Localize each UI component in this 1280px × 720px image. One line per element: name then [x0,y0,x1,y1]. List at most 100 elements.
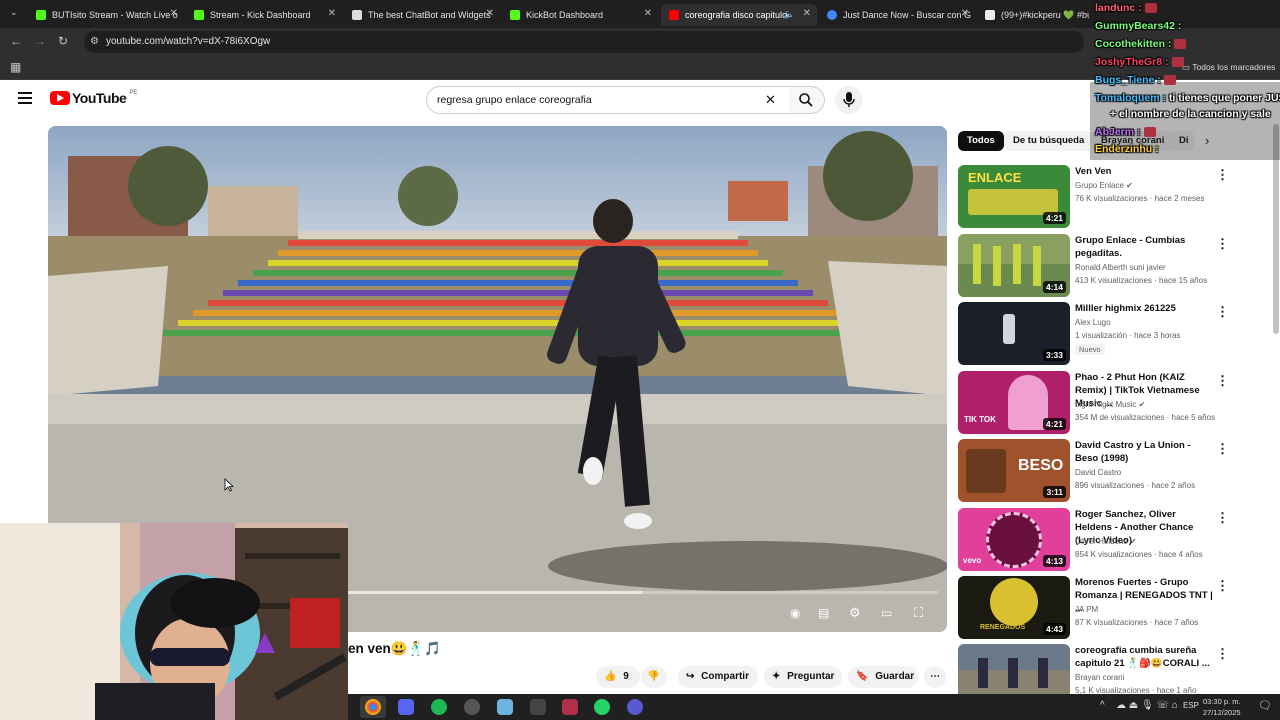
video-thumbnail[interactable]: vevo 4:13 [958,508,1070,571]
channel-name[interactable]: Light Night Music ✔ [1075,400,1145,409]
tab-search-icon[interactable]: ⌄ [10,7,18,18]
more-vertical-icon[interactable]: ⋮ [1216,167,1229,183]
channel-name[interactable]: Ronald Alberth suni javier [1075,263,1166,272]
language-indicator[interactable]: ESP [1183,701,1199,710]
video-thumbnail[interactable] [958,644,1070,694]
kick-favicon-icon [510,10,520,20]
video-thumbnail[interactable]: 3:33 [958,302,1070,365]
browser-tab-5-active[interactable]: coreografia disco capitulo 🔈 ✕ [661,4,817,26]
recommendation-item[interactable]: TIK TOK 4:21 Phao - 2 Phut Hon (KAIZ Rem… [958,371,1268,435]
search-input[interactable]: regresa grupo enlace coreografia ✕ [426,86,790,114]
more-vertical-icon[interactable]: ⋮ [1216,236,1229,252]
chip-de-tu-busqueda[interactable]: De tu búsqueda [1004,131,1094,151]
recommendation-item[interactable]: RENEGADOS 4:43 Morenos Fuertes - Grupo R… [958,576,1268,640]
browser-tab-2[interactable]: Stream - Kick Dashboard ✕ [186,4,342,26]
chrome-icon[interactable] [365,699,381,715]
vevo-logo: vevo [963,556,982,565]
tab-close-icon[interactable]: ✕ [486,8,494,19]
site-info-icon[interactable]: ⚙ [90,31,99,53]
browser-tab-6[interactable]: Just Dance Now - Buscar con G ✕ [819,4,975,26]
chip-todos[interactable]: Todos [958,131,1004,151]
tab-close-icon[interactable]: ✕ [961,8,969,19]
chat-line: Tomaloquem : ti tienes que poner JUST [1095,92,1280,104]
url-field[interactable]: ⚙ youtube.com/watch?v=dX-78i6XOgw [84,31,1084,53]
video-thumbnail[interactable]: ENLACE 4:21 [958,165,1070,228]
browser-tab-7[interactable]: (99+)#kickperu 💚 #buti #bu [977,4,1089,26]
settings-gear-icon[interactable]: ⚙ [849,605,861,621]
video-thumbnail[interactable]: 4:14 [958,234,1070,297]
search-button[interactable] [789,86,825,114]
channel-name[interactable]: Oliver Heldens ✔ [1075,537,1136,546]
tab-close-icon[interactable]: ✕ [644,8,652,19]
recommendation-item[interactable]: vevo 4:13 Roger Sanchez, Oliver Heldens … [958,508,1268,572]
channel-name[interactable]: Alex Lugo [1075,318,1111,327]
tab-label: Stream - Kick Dashboard [210,10,311,20]
whatsapp-icon[interactable] [594,699,610,715]
recommendation-item[interactable]: 3:33 Milller highmix 261225 Alex Lugo 1 … [958,302,1268,366]
apps-grid-icon[interactable]: ▦ [10,60,21,74]
recommendation-item[interactable]: 4:14 Grupo Enlace - Cumbias pegaditas. R… [958,234,1268,298]
clock[interactable]: 03:30 p. m. 27/12/2025 [1203,696,1241,718]
video-title[interactable]: David Castro y La Union - Beso (1998) [1075,439,1213,465]
clear-search-icon[interactable]: ✕ [765,87,776,113]
video-duration: 4:14 [1042,281,1066,293]
tab-audio-icon[interactable]: 🔈 [784,9,795,20]
more-vertical-icon[interactable]: ⋮ [1216,441,1229,457]
video-thumbnail[interactable]: BESO 3:11 [958,439,1070,502]
tray-icons[interactable]: ☁ ⏏ 🎙 ☏ ⌂ [1116,700,1178,711]
recommendation-item[interactable]: ENLACE 4:21 Ven Ven Grupo Enlace ✔ 76 K … [958,165,1268,229]
browser-tab-3[interactable]: The best ChatBot and Widgets ✕ [344,4,500,26]
save-button[interactable]: 🔖 Guardar [848,666,918,688]
share-button[interactable]: ↪ Compartir [678,666,758,688]
browser-tab-1[interactable]: BUTIsito Stream - Watch Live o ✕ [28,4,184,26]
capture-app-icon[interactable] [562,699,578,715]
recommendation-item[interactable]: coreografia cumbia sureña capitulo 21 🕺🎒… [958,644,1268,694]
channel-name[interactable]: JA PM [1075,605,1098,614]
tray-chevron-icon[interactable]: ^ [1100,700,1105,711]
voice-search-button[interactable] [835,86,863,114]
emote-icon [1163,75,1176,86]
video-title[interactable]: Ven Ven [1075,165,1213,178]
more-vertical-icon[interactable]: ⋮ [1216,510,1229,526]
notifications-icon[interactable]: 🗨 [1258,699,1272,712]
video-duration: 4:13 [1042,555,1066,567]
file-app-icon[interactable] [497,699,513,715]
reload-icon[interactable]: ↻ [58,34,68,48]
browser-tab-4[interactable]: KickBot Dashboard ✕ [502,4,658,26]
app-icon[interactable] [530,699,546,715]
back-icon[interactable]: ← [10,34,22,48]
channel-name[interactable]: Grupo Enlace ✔ [1075,181,1133,190]
video-thumbnail[interactable]: RENEGADOS 4:43 [958,576,1070,639]
youtube-logo[interactable]: YouTube PE [50,90,137,106]
menu-icon[interactable] [18,92,32,104]
channel-name[interactable]: David Castro [1075,468,1121,477]
more-vertical-icon[interactable]: ⋮ [1216,304,1229,320]
subtitles-icon[interactable]: ▤ [818,606,829,620]
discord-icon[interactable] [398,699,414,715]
video-title[interactable]: coreografia cumbia sureña capitulo 21 🕺🎒… [1075,644,1213,670]
tab-close-icon[interactable]: ✕ [803,8,811,19]
tab-close-icon[interactable]: ✕ [170,8,178,19]
recommendation-item[interactable]: BESO 3:11 David Castro y La Union - Beso… [958,439,1268,503]
verified-icon: ✔ [1126,181,1133,190]
forward-icon[interactable]: → [34,34,46,48]
more-vertical-icon[interactable]: ⋮ [1216,646,1229,662]
more-vertical-icon[interactable]: ⋮ [1216,373,1229,389]
like-count: 9 [623,671,629,682]
dislike-button[interactable]: 👎 [641,666,667,688]
spotify-icon[interactable] [431,699,447,715]
ask-button[interactable]: ✦ Preguntar [764,666,842,688]
autoplay-toggle[interactable]: ◉ [790,606,800,620]
more-actions-button[interactable]: ⋯ [924,666,946,688]
theater-mode-icon[interactable]: ▭ [881,606,892,620]
channel-name[interactable]: Brayan corani [1075,673,1124,682]
more-vertical-icon[interactable]: ⋮ [1216,578,1229,594]
video-title[interactable]: Grupo Enlace - Cumbias pegaditas. [1075,234,1213,260]
video-thumbnail[interactable]: TIK TOK 4:21 [958,371,1070,434]
app-icon[interactable] [627,699,643,715]
obs-icon[interactable] [464,699,480,715]
video-title[interactable]: Milller highmix 261225 [1075,302,1213,315]
tab-close-icon[interactable]: ✕ [328,8,336,19]
like-button[interactable]: 👍 9 [596,666,640,688]
fullscreen-icon[interactable]: ⛶ [914,605,923,621]
